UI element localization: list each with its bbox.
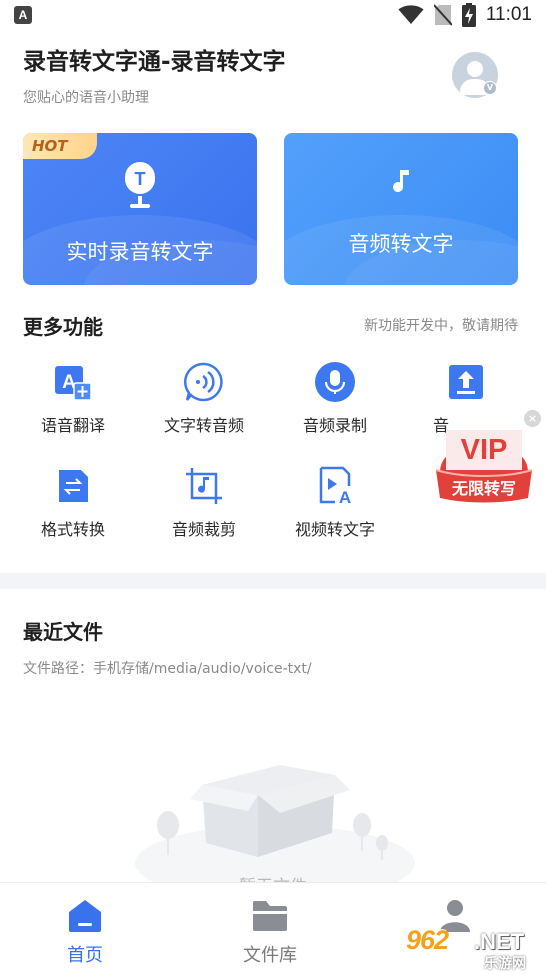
feature-label: 语音翻译: [40, 416, 105, 435]
vip-subtitle: 无限转写: [451, 479, 516, 498]
nav-home-label: 首页: [67, 945, 103, 966]
translate-icon: A: [55, 366, 92, 401]
status-time: 11:01: [485, 4, 532, 25]
vip-badge-graphic: VIP 无限转写: [435, 430, 533, 503]
text-to-speech-icon: [184, 362, 223, 402]
folder-icon: [253, 901, 287, 931]
file-path-text: 文件路径：手机存储/media/audio/voice-txt/: [23, 661, 312, 677]
feature-label: 视频转文字: [294, 520, 375, 539]
audio-crop-icon: [186, 468, 222, 504]
realtime-record-card[interactable]: HOT T 实时录音转文字: [23, 133, 257, 285]
feature-label: 音频裁剪: [171, 520, 236, 539]
status-indicators: 11:01: [398, 2, 532, 28]
vip-close-button[interactable]: ×: [524, 410, 541, 427]
home-icon: [69, 900, 101, 932]
no-sim-icon: [433, 4, 452, 26]
svg-text:T: T: [135, 169, 146, 189]
vip-promo-badge[interactable]: VIP 无限转写: [432, 414, 536, 506]
svg-text:A: A: [339, 488, 351, 506]
feature-label: 音频录制: [302, 416, 367, 435]
verified-badge: V: [483, 81, 497, 95]
more-features-note: 新功能开发中，敬请期待: [364, 318, 518, 334]
audio-to-text-card[interactable]: 音频转文字: [284, 133, 518, 285]
feature-text-to-audio[interactable]: 文字转音频: [149, 362, 259, 436]
app-title: 录音转文字通-录音转文字: [23, 49, 286, 75]
feature-video-to-text[interactable]: A 视频转文字: [280, 466, 390, 540]
nav-library-label: 文件库: [243, 945, 297, 966]
battery-charging-icon: [461, 3, 476, 27]
feature-audio-record[interactable]: 音频录制: [280, 362, 390, 436]
nav-file-library[interactable]: 文件库: [200, 883, 340, 974]
feature-audio-crop[interactable]: 音频裁剪: [149, 466, 259, 540]
video-to-text-icon: A: [319, 466, 351, 506]
watermark-number: 962: [406, 925, 449, 955]
empty-box-illustration: [135, 765, 415, 885]
hot-badge: HOT: [23, 133, 97, 159]
realtime-card-label: 实时录音转文字: [66, 240, 214, 264]
watermark-net: .NET: [474, 929, 525, 954]
section-divider: [0, 573, 546, 589]
feature-label: 文字转音频: [163, 416, 244, 435]
site-watermark: 962 .NET 乐游网: [404, 925, 544, 972]
feature-voice-translate[interactable]: A 语音翻译: [18, 362, 128, 436]
format-convert-icon: [59, 470, 88, 502]
nav-home[interactable]: 首页: [15, 883, 155, 974]
music-note-icon: [393, 170, 409, 193]
upload-icon: [449, 365, 483, 399]
audio-card-label: 音频转文字: [348, 232, 454, 256]
avatar-head: [467, 61, 483, 77]
more-features-title: 更多功能: [23, 315, 103, 339]
microphone-text-icon: T: [125, 162, 155, 208]
user-avatar[interactable]: V: [452, 52, 498, 98]
watermark-site: 乐游网: [484, 956, 526, 972]
app-subtitle: 您贴心的语音小助理: [23, 90, 149, 106]
vip-title: VIP: [461, 434, 508, 466]
feature-format-convert[interactable]: 格式转换: [18, 466, 128, 540]
recent-files-title: 最近文件: [23, 620, 103, 644]
status-bar: A 11:01: [0, 0, 546, 30]
microphone-icon: [315, 362, 355, 402]
wifi-icon: [398, 5, 424, 24]
feature-label: 格式转换: [40, 520, 105, 539]
app-notification-icon: A: [14, 6, 32, 24]
